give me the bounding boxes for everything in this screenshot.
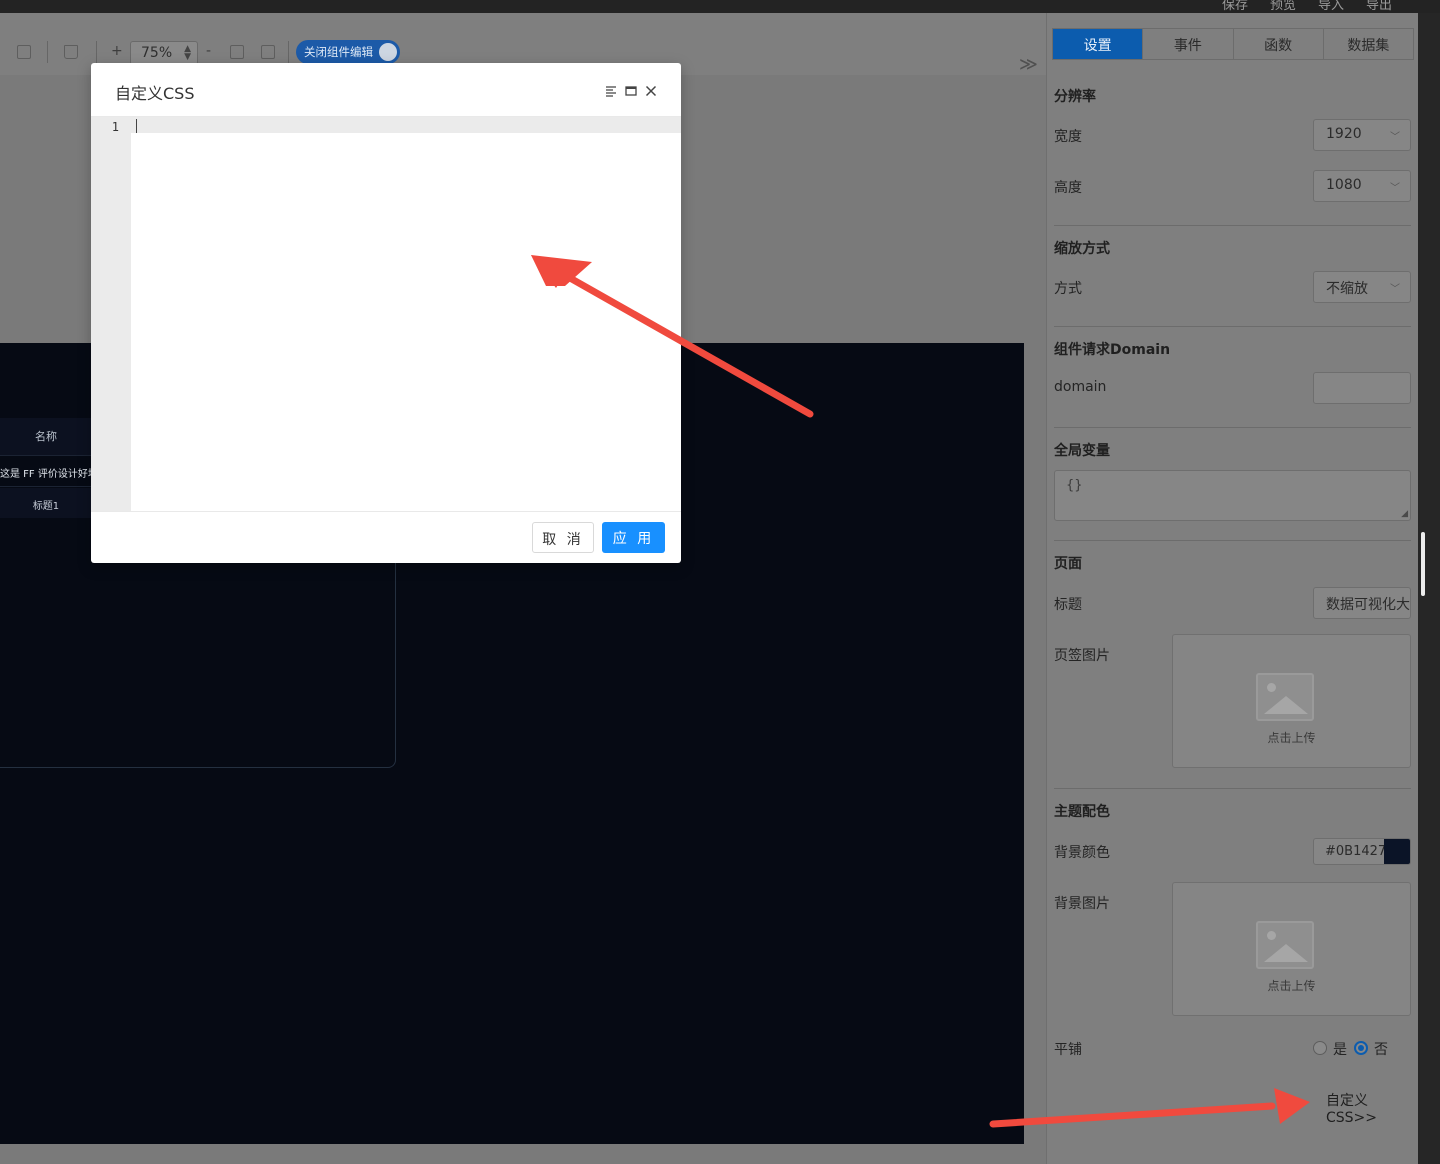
top-bar: 保存 预览 导入 导出 [0, 0, 1440, 13]
upload-text: 点击上传 [1267, 979, 1316, 993]
bg-image-upload[interactable]: 点击上传 [1172, 882, 1411, 1016]
zoom-in-button[interactable]: + [111, 43, 123, 59]
bg-image-label: 背景图片 [1054, 896, 1110, 912]
toggle-label: 关闭组件编辑 [304, 45, 373, 59]
global-variables-textarea[interactable]: {} ◢ [1054, 470, 1411, 521]
section-title-page: 页面 [1054, 556, 1082, 572]
cancel-button[interactable]: 取 消 [532, 522, 594, 553]
table-row: 这是 FF 评价设计好坏 [0, 457, 92, 487]
favicon-label: 页签图片 [1054, 648, 1110, 664]
apply-button[interactable]: 应 用 [602, 522, 665, 553]
zoom-out-button[interactable]: - [206, 43, 211, 59]
close-icon[interactable] [645, 85, 657, 97]
scale-mode-select[interactable]: 不缩放 ﹀ [1313, 271, 1411, 303]
text-cursor [136, 119, 137, 133]
image-icon [1256, 673, 1314, 721]
upload-text: 点击上传 [1267, 731, 1316, 745]
tile-no-radio[interactable] [1354, 1041, 1368, 1055]
fit-screen-icon[interactable] [230, 45, 244, 59]
width-label: 宽度 [1054, 129, 1082, 145]
section-divider [1054, 540, 1411, 541]
resize-handle-icon[interactable]: ◢ [1401, 509, 1408, 519]
editor-gutter [91, 117, 131, 511]
image-icon [1256, 921, 1314, 969]
height-select[interactable]: 1080 ﹀ [1313, 170, 1411, 202]
delete-icon[interactable] [64, 45, 78, 59]
section-title-resolution: 分辨率 [1054, 89, 1096, 105]
chevron-down-icon: ﹀ [1390, 284, 1400, 295]
tab-datasets[interactable]: 数据集 [1324, 29, 1413, 59]
height-value: 1080 [1326, 177, 1362, 193]
section-title-domain: 组件请求Domain [1054, 342, 1171, 358]
dialog-footer-divider [91, 511, 681, 512]
table-header-name: 名称 [0, 418, 92, 456]
tile-yes-radio[interactable] [1313, 1041, 1327, 1055]
scale-mode-value: 不缩放 [1326, 281, 1368, 297]
line-number: 1 [111, 120, 119, 134]
scrollbar-thumb[interactable] [1421, 532, 1425, 596]
toolbar-divider [96, 41, 97, 63]
copy-icon[interactable] [17, 45, 31, 59]
toolbar-divider [288, 41, 289, 63]
collapse-panel-icon[interactable]: ≫ [1019, 54, 1038, 75]
page-title-input[interactable]: 数据可视化大屏 [1313, 587, 1411, 619]
fullscreen-icon[interactable] [261, 45, 275, 59]
zoom-stepper-icon[interactable]: ▲ ▼ [184, 45, 191, 62]
zoom-input[interactable]: 75% ▲ ▼ [130, 41, 198, 65]
editor-active-line[interactable] [131, 117, 681, 133]
width-select[interactable]: 1920 ﹀ [1313, 119, 1411, 151]
section-divider [1054, 326, 1411, 327]
settings-panel: 设置 事件 函数 数据集 分辨率 宽度 1920 ﹀ 高度 1080 ﹀ 缩放方… [1046, 13, 1418, 1164]
section-title-scale: 缩放方式 [1054, 241, 1110, 257]
bg-color-value: #0B1427 [1325, 844, 1387, 859]
top-actions: 保存 预览 导入 导出 [1222, 0, 1392, 13]
tab-settings[interactable]: 设置 [1053, 29, 1144, 59]
bg-color-input[interactable]: #0B1427 [1313, 838, 1411, 865]
tab-functions[interactable]: 函数 [1234, 29, 1324, 59]
zoom-value: 75% [141, 45, 173, 61]
export-button[interactable]: 导出 [1366, 0, 1392, 13]
tab-events[interactable]: 事件 [1143, 29, 1234, 59]
height-label: 高度 [1054, 180, 1082, 196]
import-button[interactable]: 导入 [1318, 0, 1344, 13]
format-icon[interactable] [605, 85, 617, 97]
tile-no-label: 否 [1374, 1042, 1388, 1058]
global-variables-value: {} [1066, 478, 1083, 493]
page-title-label: 标题 [1054, 597, 1082, 613]
favicon-upload[interactable]: 点击上传 [1172, 634, 1411, 768]
table-row: 标题1 [0, 488, 92, 518]
page-title-value: 数据可视化大屏 [1326, 597, 1410, 613]
save-button[interactable]: 保存 [1222, 0, 1248, 13]
dialog-title: 自定义CSS [115, 84, 195, 103]
tile-label: 平铺 [1054, 1042, 1082, 1058]
section-title-globals: 全局变量 [1054, 443, 1110, 459]
width-value: 1920 [1326, 126, 1362, 142]
domain-label: domain [1054, 379, 1107, 395]
maximize-icon[interactable] [625, 85, 637, 97]
section-divider [1054, 225, 1411, 226]
custom-css-link[interactable]: 自定义CSS>> [1326, 1090, 1418, 1126]
section-title-theme: 主题配色 [1054, 804, 1110, 820]
toolbar-divider [47, 41, 48, 63]
scale-mode-label: 方式 [1054, 281, 1082, 297]
section-divider [1054, 427, 1411, 428]
chevron-down-icon: ﹀ [1390, 183, 1400, 194]
domain-input[interactable] [1313, 372, 1411, 404]
tile-yes-label: 是 [1333, 1042, 1347, 1058]
toggle-knob [379, 43, 397, 61]
bg-color-label: 背景颜色 [1054, 845, 1110, 861]
preview-button[interactable]: 预览 [1270, 0, 1296, 13]
color-swatch[interactable] [1384, 839, 1410, 864]
component-edit-toggle[interactable]: 关闭组件编辑 [296, 40, 400, 64]
panel-tabs: 设置 事件 函数 数据集 [1052, 28, 1414, 60]
section-divider [1054, 788, 1411, 789]
custom-css-dialog: 自定义CSS 1 取 消 应 用 [91, 63, 681, 563]
chevron-down-icon: ﹀ [1390, 132, 1400, 143]
